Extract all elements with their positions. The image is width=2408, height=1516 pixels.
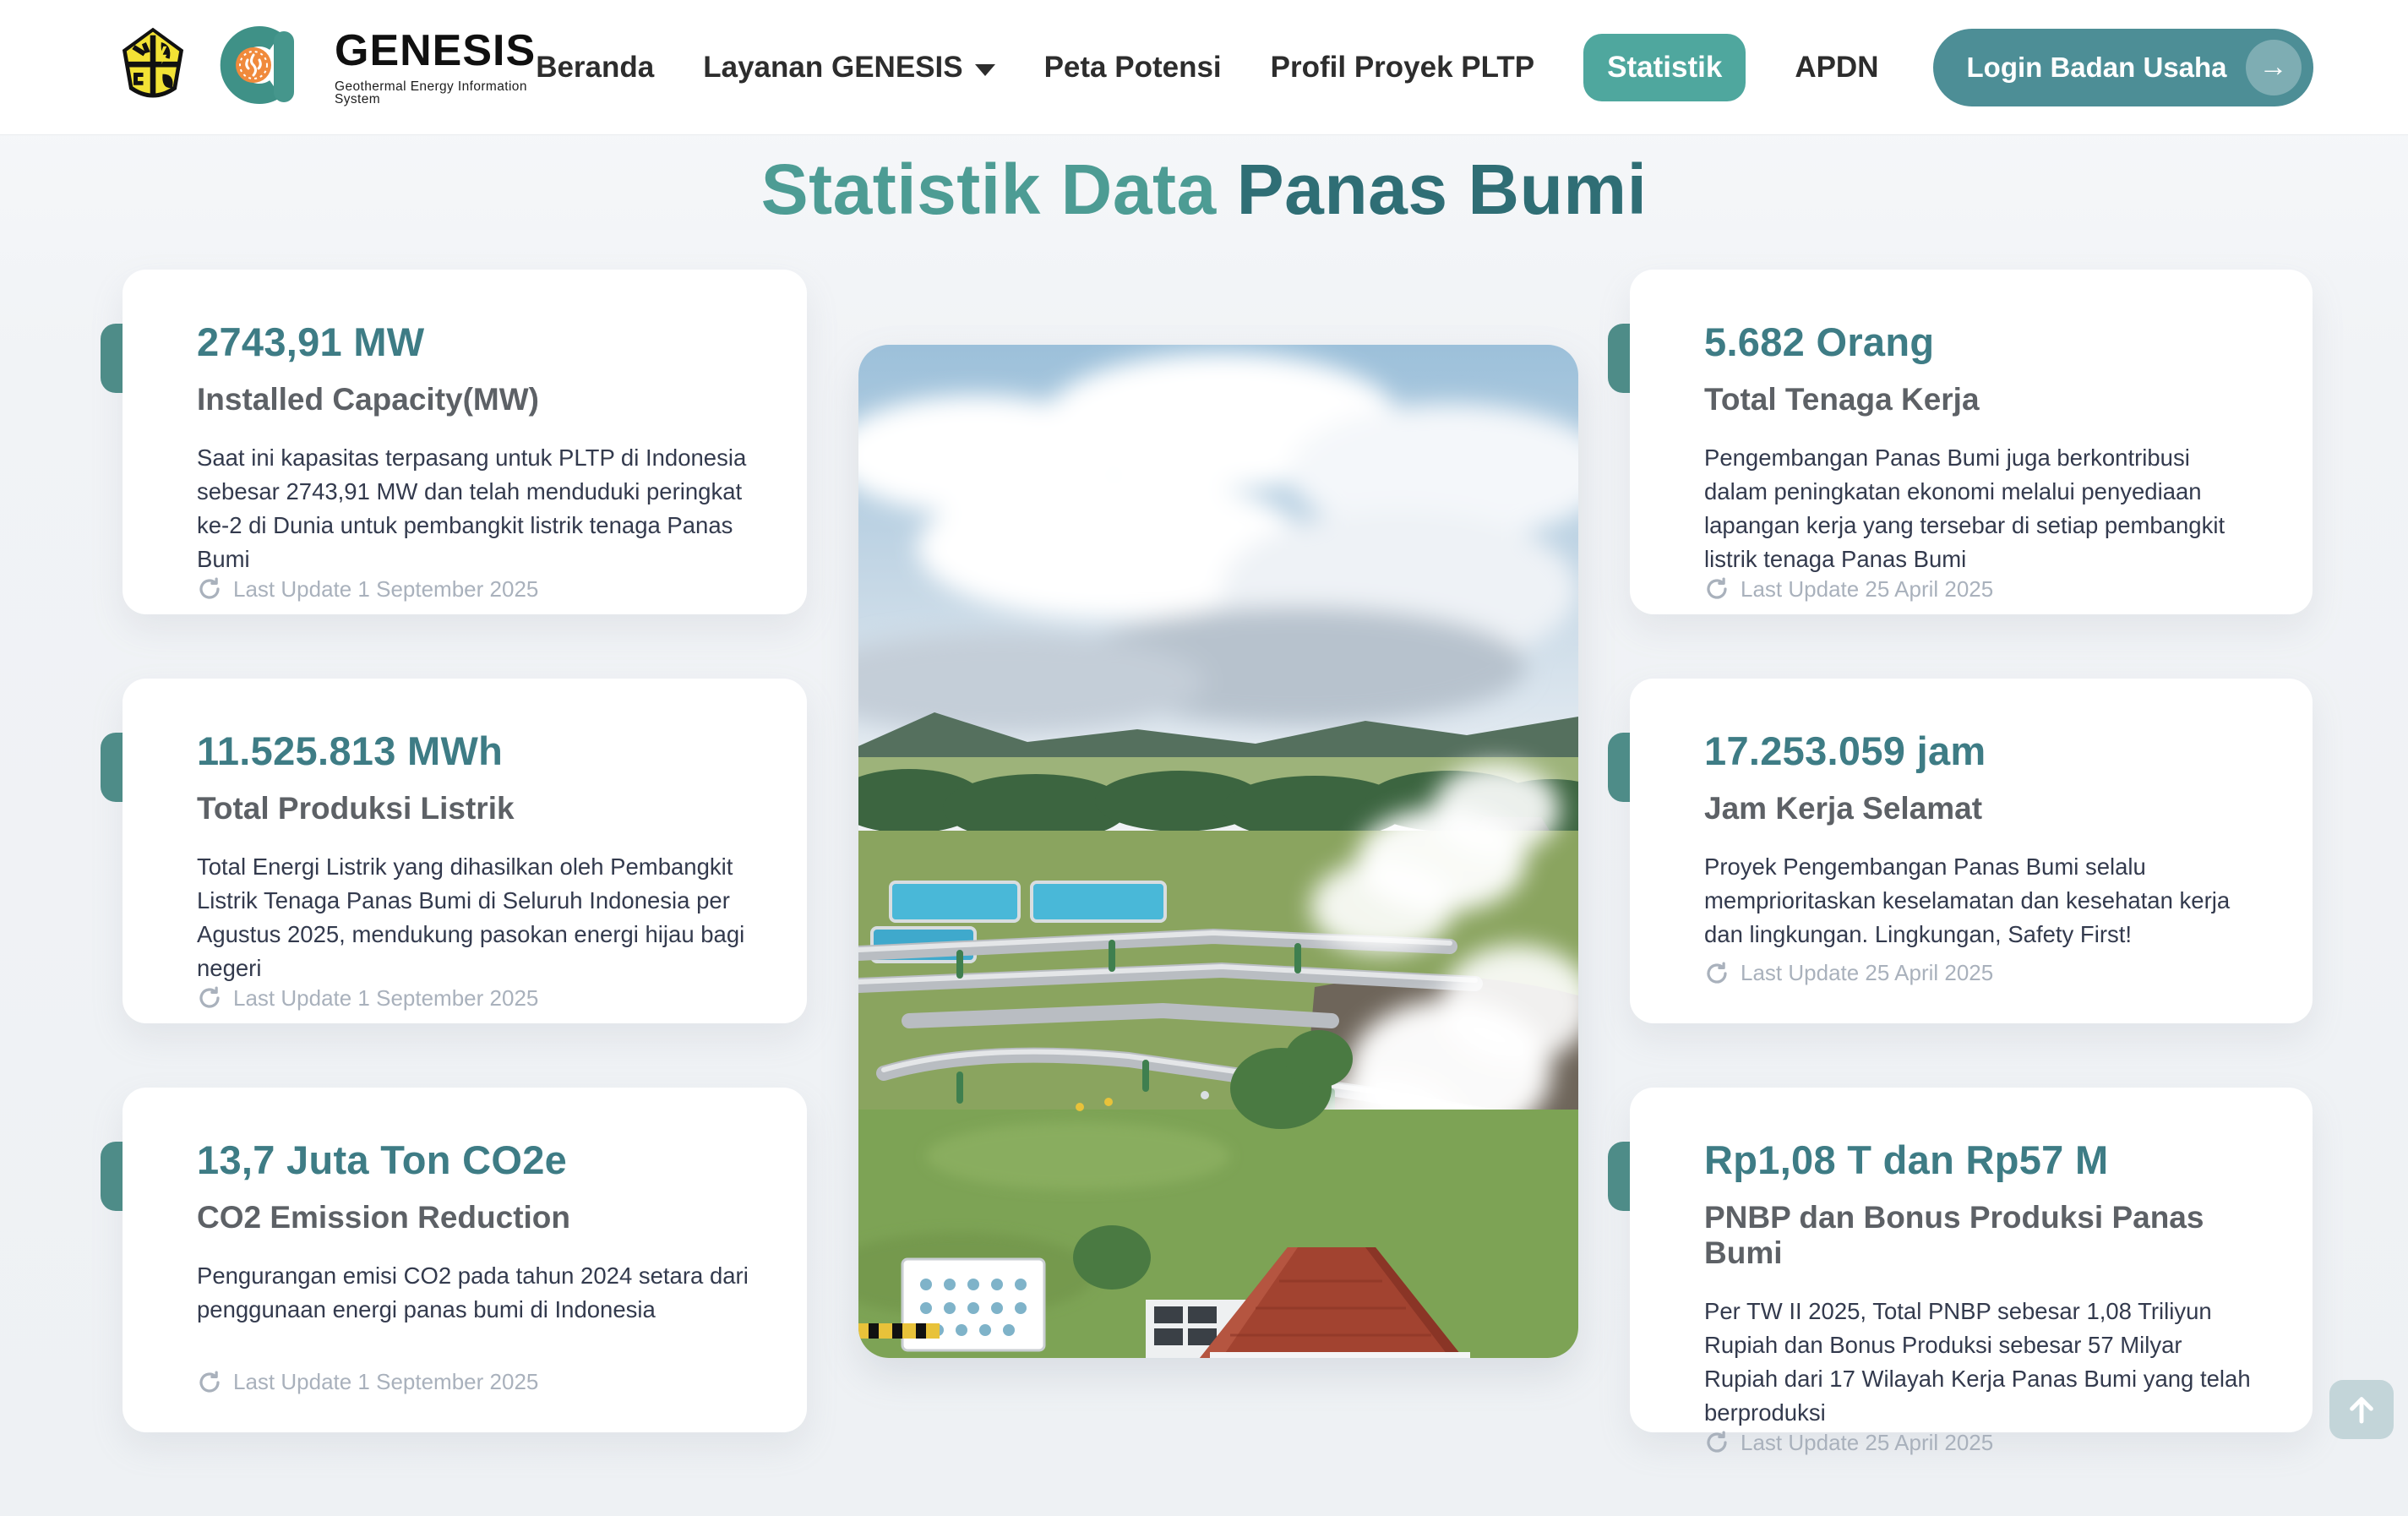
stat-title: Total Produksi Listrik	[197, 791, 751, 826]
refresh-icon	[1704, 576, 1730, 602]
genesis-logo-mark	[210, 23, 313, 112]
stat-value: 2743,91 MW	[197, 319, 751, 365]
stat-card-installed-capacity: 2743,91 MW Installed Capacity(MW) Saat i…	[123, 270, 807, 614]
arrow-right-icon: →	[2246, 40, 2302, 95]
stat-description: Pengembangan Panas Bumi juga berkontribu…	[1704, 441, 2257, 576]
refresh-icon	[197, 1370, 222, 1395]
last-update-label: Last Update 1 September 2025	[233, 1369, 538, 1395]
stat-last-update: Last Update 25 April 2025	[1704, 1430, 2257, 1456]
nav-item-peta-potensi[interactable]: Peta Potensi	[1044, 51, 1222, 85]
stat-last-update: Last Update 1 September 2025	[197, 985, 751, 1012]
nav-item-layanan-genesis[interactable]: Layanan GENESIS	[703, 51, 994, 85]
stat-value: 5.682 Orang	[1704, 319, 2257, 365]
last-update-label: Last Update 25 April 2025	[1741, 960, 1993, 986]
stat-title: Jam Kerja Selamat	[1704, 791, 2257, 826]
main-nav: Beranda Layanan GENESIS Peta Potensi Pro…	[536, 34, 1878, 101]
chevron-down-icon	[975, 64, 995, 76]
stats-grid: 2743,91 MW Installed Capacity(MW) Saat i…	[123, 270, 2314, 1432]
refresh-icon	[1704, 1430, 1730, 1455]
card-accent-tab	[1608, 1142, 1630, 1211]
stat-last-update: Last Update 25 April 2025	[1704, 960, 2257, 986]
refresh-icon	[197, 985, 222, 1011]
refresh-icon	[197, 576, 222, 602]
brand-logo[interactable]: GENESIS Geothermal Energy Information Sy…	[118, 23, 536, 112]
page-title-part2: Panas Bumi	[1217, 150, 1648, 229]
stat-title: Installed Capacity(MW)	[197, 382, 751, 417]
stat-title: Total Tenaga Kerja	[1704, 382, 2257, 417]
ministry-emblem-logo	[118, 25, 188, 109]
stat-last-update: Last Update 25 April 2025	[1704, 576, 2257, 603]
stat-value: 13,7 Juta Ton CO2e	[197, 1137, 751, 1183]
stat-card-jam-kerja-selamat: 17.253.059 jam Jam Kerja Selamat Proyek …	[1630, 679, 2313, 1023]
card-accent-tab	[101, 1142, 123, 1211]
nav-item-apdn[interactable]: APDN	[1795, 51, 1878, 85]
stat-value: 17.253.059 jam	[1704, 728, 2257, 774]
stat-card-co2-emission: 13,7 Juta Ton CO2e CO2 Emission Reductio…	[123, 1088, 807, 1432]
login-badan-usaha-button[interactable]: Login Badan Usaha →	[1933, 29, 2313, 106]
stat-value: Rp1,08 T dan Rp57 M	[1704, 1137, 2257, 1183]
last-update-label: Last Update 25 April 2025	[1741, 576, 1993, 603]
stat-last-update: Last Update 1 September 2025	[197, 1369, 751, 1395]
stat-card-pnbp-bonus-produksi: Rp1,08 T dan Rp57 M PNBP dan Bonus Produ…	[1630, 1088, 2313, 1432]
refresh-icon	[1704, 961, 1730, 986]
stat-description: Total Energi Listrik yang dihasilkan ole…	[197, 850, 751, 985]
login-button-label: Login Badan Usaha	[1967, 52, 2227, 84]
stat-description: Pengurangan emisi CO2 pada tahun 2024 se…	[197, 1259, 751, 1327]
nav-item-label: Layanan GENESIS	[703, 51, 962, 85]
brand-name: GENESIS	[335, 29, 536, 73]
last-update-label: Last Update 1 September 2025	[233, 985, 538, 1012]
scroll-to-top-button[interactable]	[2329, 1380, 2394, 1439]
page-title: Statistik Data Panas Bumi	[0, 149, 2408, 231]
stat-title: PNBP dan Bonus Produksi Panas Bumi	[1704, 1200, 2257, 1271]
nav-item-beranda[interactable]: Beranda	[536, 51, 654, 85]
header: GENESIS Geothermal Energy Information Sy…	[0, 0, 2408, 135]
page-title-part1: Statistik Data	[761, 150, 1217, 229]
card-accent-tab	[101, 324, 123, 393]
brand-tagline: Geothermal Energy Information System	[335, 80, 536, 106]
nav-item-profil-proyek-pltp[interactable]: Profil Proyek PLTP	[1271, 51, 1535, 85]
stat-last-update: Last Update 1 September 2025	[197, 576, 751, 603]
card-accent-tab	[1608, 733, 1630, 802]
nav-item-statistik[interactable]: Statistik	[1583, 34, 1746, 101]
stat-value: 11.525.813 MWh	[197, 728, 751, 774]
geothermal-plant-photo	[858, 345, 1578, 1358]
stat-description: Saat ini kapasitas terpasang untuk PLTP …	[197, 441, 751, 576]
last-update-label: Last Update 1 September 2025	[233, 576, 538, 603]
stat-description: Proyek Pengembangan Panas Bumi selalu me…	[1704, 850, 2257, 952]
stat-card-total-tenaga-kerja: 5.682 Orang Total Tenaga Kerja Pengemban…	[1630, 270, 2313, 614]
stat-card-total-produksi-listrik: 11.525.813 MWh Total Produksi Listrik To…	[123, 679, 807, 1023]
card-accent-tab	[1608, 324, 1630, 393]
card-accent-tab	[101, 733, 123, 802]
stat-description: Per TW II 2025, Total PNBP sebesar 1,08 …	[1704, 1295, 2257, 1430]
last-update-label: Last Update 25 April 2025	[1741, 1430, 1993, 1456]
arrow-up-icon	[2344, 1392, 2379, 1427]
stat-title: CO2 Emission Reduction	[197, 1200, 751, 1235]
